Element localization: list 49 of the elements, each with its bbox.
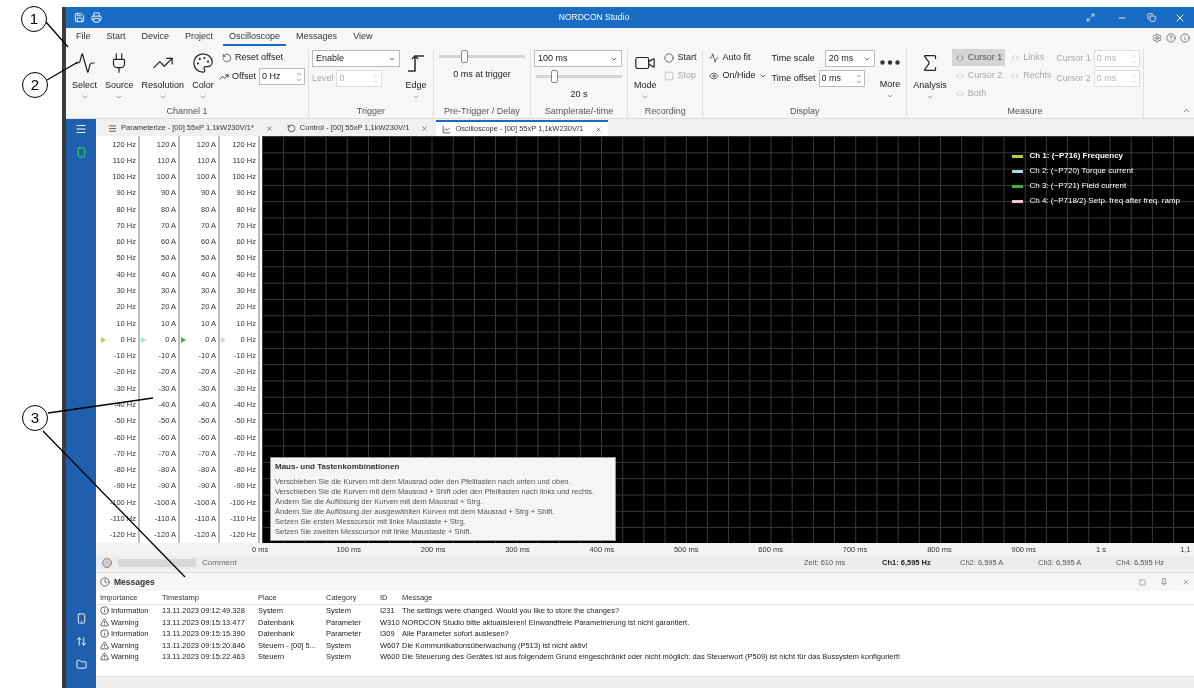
legend-label[interactable]: Ch 3: (~P721) Field current [1029,180,1127,192]
field-label: Time scale [771,51,815,65]
ribbon-tab[interactable]: Project [179,29,220,46]
field-label: Cursor 1 [1056,51,1091,65]
ribbon-tab[interactable]: Device [135,29,176,46]
spin-field[interactable]: 0 Hz [258,68,305,85]
ribbon-tab[interactable]: File [70,29,97,46]
field-label: Cursor 2 [1056,71,1091,85]
dropdown[interactable]: Enable [311,50,400,67]
group-label: Trigger [355,105,387,118]
ribbon-caption: 0 ms at trigger [452,68,512,81]
ribbon-caption: 20 s [569,88,589,101]
dropdown[interactable]: 100 ms [533,50,622,67]
window-title: NORDCON Studio [557,11,631,24]
ribbon-tab[interactable]: Messages [290,29,344,46]
dropdown[interactable]: 20 ms [824,50,875,67]
ribbon-button[interactable]: Edge [401,49,430,105]
ribbon-button[interactable]: Source [102,49,137,105]
group-label: Measure [1006,105,1044,118]
field-label: Offset [232,69,256,83]
field-label: Time offset [771,71,816,85]
legend-label[interactable]: Ch 4: (~P718/2) Setp. freq after freq. ramp [1029,195,1180,207]
callout-number: 3 [22,405,48,431]
comment-label: Comment [202,557,238,569]
ribbon-button[interactable]: Start [661,49,700,66]
ribbon-tab[interactable]: Start [100,29,132,46]
ribbon-button[interactable]: Reset offset [219,49,305,66]
ribbon-tab[interactable]: View [347,29,379,46]
ribbon-button[interactable]: Select [69,49,100,105]
callout-number: 1 [21,6,47,32]
ribbon-button[interactable]: Mode [630,49,660,105]
legend-label[interactable]: Ch 2: (~P720) Torque current [1029,165,1134,177]
callout-number: 2 [22,72,48,98]
spin-field[interactable]: 0 ms [818,70,865,87]
ribbon-button[interactable]: Auto fit [706,49,770,66]
tooltip-title: Maus- und Tastenkombinationen [275,461,401,473]
ribbon-button[interactable]: On/Hide [706,67,770,84]
ribbon-button[interactable]: Resolution [138,49,188,105]
ribbon-button[interactable]: Color [189,49,218,105]
group-label: Recording [643,105,687,118]
ribbon-button[interactable]: More [876,49,904,105]
group-label: Display [789,105,821,118]
legend-label[interactable]: Ch 1: (~P716) Frequency [1029,150,1124,162]
group-label: Samplerate/-time [543,105,615,118]
field-label: Level [311,71,334,85]
ribbon-button[interactable]: Analysis [910,49,950,105]
panel-title: Messages [114,575,155,589]
group-label: Channel 1 [165,105,209,118]
group-label: Pre-Trigger / Delay [443,105,521,118]
